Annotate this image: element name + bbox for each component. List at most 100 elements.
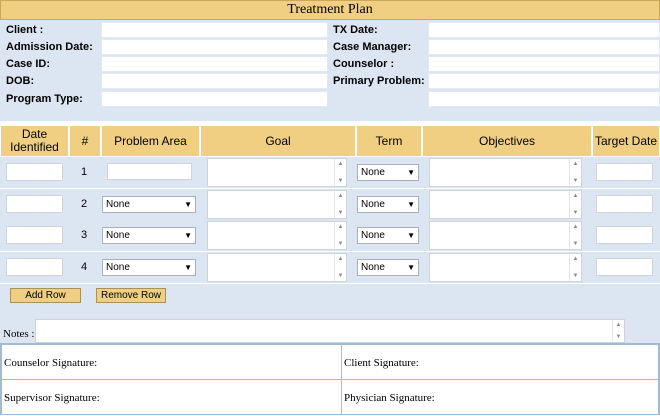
- goal-textarea[interactable]: ▲ ▼: [207, 190, 347, 219]
- problem-area-input[interactable]: [107, 163, 192, 180]
- scroll-up-icon[interactable]: ▲: [335, 224, 346, 230]
- term-value: None: [361, 262, 385, 273]
- scroll-up-icon[interactable]: ▲: [570, 161, 581, 167]
- row-controls: Add Row Remove Row: [0, 284, 660, 316]
- counselor-signature[interactable]: Counselor Signature:: [1, 344, 342, 380]
- target-date-input[interactable]: [596, 195, 653, 213]
- scroll-up-icon[interactable]: ▲: [335, 161, 346, 167]
- page-title: Treatment Plan: [0, 0, 660, 20]
- goal-textarea[interactable]: ▲ ▼: [207, 158, 347, 187]
- scroll-up-icon[interactable]: ▲: [335, 256, 346, 262]
- dob-field[interactable]: [101, 73, 328, 89]
- notes-section: Notes : ▲ ▼: [0, 316, 660, 344]
- header-goal: Goal: [200, 125, 356, 157]
- client-label: Client :: [6, 24, 44, 36]
- objectives-scrollbar[interactable]: ▲ ▼: [569, 159, 581, 186]
- scroll-down-icon[interactable]: ▼: [570, 273, 581, 279]
- term-select[interactable]: None ▼: [357, 259, 419, 276]
- dropdown-arrow-icon[interactable]: ▼: [184, 228, 192, 243]
- term-value: None: [361, 230, 385, 241]
- dropdown-arrow-icon[interactable]: ▼: [184, 197, 192, 212]
- primary-problem-field[interactable]: [428, 73, 660, 89]
- scroll-up-icon[interactable]: ▲: [570, 224, 581, 230]
- dropdown-arrow-icon[interactable]: ▼: [407, 165, 415, 180]
- dob-label: DOB:: [6, 75, 35, 87]
- header-problem-area: Problem Area: [101, 125, 200, 157]
- target-date-input[interactable]: [596, 226, 653, 244]
- scroll-down-icon[interactable]: ▼: [613, 334, 624, 340]
- program-type-field[interactable]: [101, 91, 328, 107]
- remove-row-button[interactable]: Remove Row: [96, 288, 166, 303]
- objectives-textarea[interactable]: ▲ ▼: [429, 221, 582, 250]
- goal-scrollbar[interactable]: ▲ ▼: [334, 254, 346, 281]
- goal-textarea[interactable]: ▲ ▼: [207, 253, 347, 282]
- header-number-text: #: [81, 133, 89, 148]
- scroll-down-icon[interactable]: ▼: [335, 210, 346, 216]
- objectives-scrollbar[interactable]: ▲ ▼: [569, 222, 581, 249]
- problem-area-select[interactable]: None ▼: [102, 227, 196, 244]
- term-value: None: [361, 199, 385, 210]
- goal-scrollbar[interactable]: ▲ ▼: [334, 222, 346, 249]
- problem-area-value: None: [106, 262, 130, 273]
- objectives-textarea[interactable]: ▲ ▼: [429, 190, 582, 219]
- problem-area-select[interactable]: None ▼: [102, 196, 196, 213]
- scroll-up-icon[interactable]: ▲: [335, 193, 346, 199]
- scroll-up-icon[interactable]: ▲: [570, 193, 581, 199]
- target-date-input[interactable]: [596, 258, 653, 276]
- objectives-textarea[interactable]: ▲ ▼: [429, 253, 582, 282]
- problem-area-select[interactable]: None ▼: [102, 259, 196, 276]
- tx-date-label: TX Date:: [333, 24, 378, 36]
- scroll-down-icon[interactable]: ▼: [335, 273, 346, 279]
- row-number: 2: [80, 198, 88, 210]
- scroll-up-icon[interactable]: ▲: [613, 322, 624, 328]
- table-row: 3 None ▼ ▲ ▼ None ▼ ▲ ▼: [0, 220, 660, 251]
- scroll-up-icon[interactable]: ▲: [570, 256, 581, 262]
- scroll-down-icon[interactable]: ▼: [335, 241, 346, 247]
- admission-date-field[interactable]: [101, 39, 328, 55]
- term-select[interactable]: None ▼: [357, 196, 419, 213]
- dropdown-arrow-icon[interactable]: ▼: [407, 228, 415, 243]
- physician-signature[interactable]: Physician Signature:: [341, 379, 659, 415]
- info-row-dob: DOB: Primary Problem:: [0, 73, 660, 90]
- info-row-admission: Admission Date: Case Manager:: [0, 39, 660, 56]
- client-signature[interactable]: Client Signature:: [341, 344, 659, 380]
- dropdown-arrow-icon[interactable]: ▼: [407, 260, 415, 275]
- table-row: 4 None ▼ ▲ ▼ None ▼ ▲ ▼: [0, 252, 660, 283]
- date-identified-input[interactable]: [6, 226, 63, 244]
- scroll-down-icon[interactable]: ▼: [570, 210, 581, 216]
- dropdown-arrow-icon[interactable]: ▼: [407, 197, 415, 212]
- info-row-client: Client : TX Date:: [0, 22, 660, 39]
- client-field[interactable]: [101, 22, 328, 38]
- signature-table: Counselor Signature: Client Signature: S…: [0, 343, 660, 415]
- scroll-down-icon[interactable]: ▼: [570, 241, 581, 247]
- counselor-field[interactable]: [428, 56, 660, 72]
- goal-textarea[interactable]: ▲ ▼: [207, 221, 347, 250]
- notes-textarea[interactable]: ▲ ▼: [35, 319, 625, 343]
- term-select[interactable]: None ▼: [357, 227, 419, 244]
- objectives-textarea[interactable]: ▲ ▼: [429, 158, 582, 187]
- tx-date-field[interactable]: [428, 22, 660, 38]
- objectives-scrollbar[interactable]: ▲ ▼: [569, 191, 581, 218]
- case-manager-label: Case Manager:: [333, 41, 412, 53]
- objectives-scrollbar[interactable]: ▲ ▼: [569, 254, 581, 281]
- header-number: #: [69, 125, 101, 157]
- scroll-down-icon[interactable]: ▼: [335, 178, 346, 184]
- case-id-field[interactable]: [101, 56, 328, 72]
- target-date-input[interactable]: [596, 163, 653, 181]
- date-identified-input[interactable]: [6, 163, 63, 181]
- supervisor-signature[interactable]: Supervisor Signature:: [1, 379, 342, 415]
- row-number: 3: [80, 229, 88, 241]
- add-row-button[interactable]: Add Row: [10, 288, 81, 303]
- notes-scrollbar[interactable]: ▲ ▼: [612, 320, 624, 342]
- date-identified-input[interactable]: [6, 195, 63, 213]
- term-value: None: [361, 167, 385, 178]
- goal-scrollbar[interactable]: ▲ ▼: [334, 159, 346, 186]
- case-manager-field[interactable]: [428, 39, 660, 55]
- scroll-down-icon[interactable]: ▼: [570, 178, 581, 184]
- problem-area-value: None: [106, 199, 130, 210]
- goal-scrollbar[interactable]: ▲ ▼: [334, 191, 346, 218]
- date-identified-input[interactable]: [6, 258, 63, 276]
- row-number: 4: [80, 261, 88, 273]
- term-select[interactable]: None ▼: [357, 164, 419, 181]
- dropdown-arrow-icon[interactable]: ▼: [184, 260, 192, 275]
